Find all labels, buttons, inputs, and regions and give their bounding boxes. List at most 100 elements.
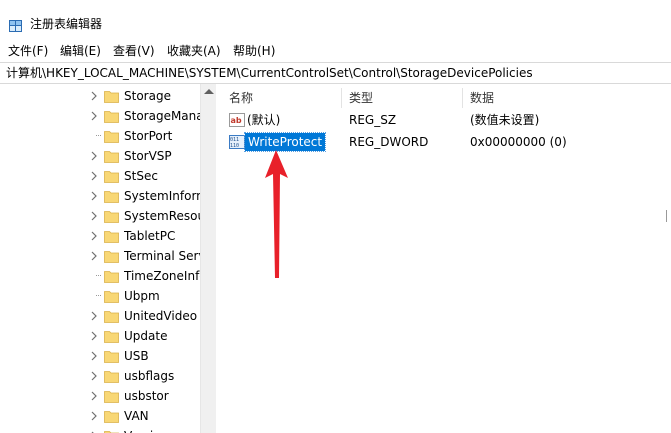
value-row[interactable]: ab (默认) REG_SZ (数值未设置) bbox=[217, 110, 671, 130]
tree-connector bbox=[96, 295, 101, 296]
menu-view[interactable]: 查看(V) bbox=[113, 43, 155, 59]
tree-item[interactable]: TabletPC bbox=[0, 226, 200, 246]
column-divider[interactable] bbox=[341, 88, 342, 108]
column-header-name[interactable]: 名称 bbox=[229, 90, 253, 106]
chevron-right-icon[interactable] bbox=[90, 371, 98, 381]
folder-icon bbox=[104, 391, 119, 403]
chevron-right-icon[interactable] bbox=[90, 111, 98, 121]
tree-item-label: Terminal Serv bbox=[124, 249, 200, 263]
folder-icon bbox=[104, 251, 119, 263]
title-bar: 注册表编辑器 bbox=[0, 0, 671, 40]
tree-item[interactable]: usbstor bbox=[0, 386, 200, 406]
tree-item-label: StorPort bbox=[124, 129, 173, 143]
folder-icon bbox=[104, 411, 119, 423]
tree-item[interactable]: usbflags bbox=[0, 366, 200, 386]
chevron-right-icon[interactable] bbox=[90, 171, 98, 181]
column-divider[interactable] bbox=[462, 88, 463, 108]
menu-file[interactable]: 文件(F) bbox=[8, 43, 48, 59]
value-name[interactable]: WriteProtect bbox=[243, 132, 327, 152]
folder-icon bbox=[104, 351, 119, 363]
chevron-right-icon[interactable] bbox=[90, 351, 98, 361]
chevron-right-icon[interactable] bbox=[90, 231, 98, 241]
tree-item[interactable]: Version bbox=[0, 426, 200, 433]
value-data: 0x00000000 (0) bbox=[470, 135, 567, 149]
tree-item-label: SystemInform bbox=[124, 189, 200, 203]
tree-item-label: Version bbox=[124, 428, 200, 433]
tree-item[interactable]: SystemResou bbox=[0, 206, 200, 226]
folder-icon bbox=[104, 371, 119, 383]
tree-item[interactable]: StorPort bbox=[0, 126, 200, 146]
tree-item-label: StSec bbox=[124, 169, 158, 183]
chevron-right-icon[interactable] bbox=[90, 331, 98, 341]
folder-icon bbox=[104, 151, 119, 163]
folder-icon bbox=[104, 191, 119, 203]
tree-item-label: Update bbox=[124, 329, 168, 343]
value-type: REG_SZ bbox=[349, 113, 397, 127]
folder-icon bbox=[104, 291, 119, 303]
folder-icon bbox=[104, 271, 119, 283]
chevron-right-icon[interactable] bbox=[90, 211, 98, 221]
tree-item[interactable]: VAN bbox=[0, 406, 200, 426]
tree-item[interactable]: Ubpm bbox=[0, 286, 200, 306]
folder-icon bbox=[104, 331, 119, 343]
value-type: REG_DWORD bbox=[349, 135, 429, 149]
tree-item[interactable]: StorageMana bbox=[0, 106, 200, 126]
menu-help[interactable]: 帮助(H) bbox=[233, 43, 275, 59]
tree-item-label: StorageMana bbox=[124, 109, 200, 123]
folder-icon bbox=[104, 211, 119, 223]
dword-value-icon: 011 110 bbox=[229, 135, 245, 149]
tree-connector bbox=[96, 275, 101, 276]
column-header-type[interactable]: 类型 bbox=[349, 90, 373, 106]
tree-item[interactable]: Update bbox=[0, 326, 200, 346]
address-path[interactable]: 计算机\HKEY_LOCAL_MACHINE\SYSTEM\CurrentCon… bbox=[6, 66, 533, 81]
tree-item-label: Storage bbox=[124, 89, 171, 103]
regedit-icon bbox=[9, 20, 22, 32]
tree-item[interactable]: USB bbox=[0, 346, 200, 366]
tree-item-label: Ubpm bbox=[124, 289, 160, 303]
chevron-right-icon[interactable] bbox=[90, 191, 98, 201]
key-tree[interactable]: Storage StorageMana StorPort StorVSP StSec Sy… bbox=[0, 84, 216, 433]
menu-bar: 文件(F) 编辑(E) 查看(V) 收藏夹(A) 帮助(H) bbox=[0, 40, 671, 62]
tree-item-label: usbstor bbox=[124, 389, 169, 403]
tree-item-label: StorVSP bbox=[124, 149, 172, 163]
value-data: (数值未设置) bbox=[470, 113, 540, 127]
tree-item[interactable]: StorVSP bbox=[0, 146, 200, 166]
window-edge bbox=[666, 210, 671, 222]
tree-item[interactable]: SystemInform bbox=[0, 186, 200, 206]
scroll-up-icon[interactable] bbox=[204, 89, 214, 94]
tree-item[interactable]: UnitedVideo bbox=[0, 306, 200, 326]
tree-item-label: USB bbox=[124, 349, 149, 363]
tree-item-label: UnitedVideo bbox=[124, 309, 198, 323]
tree-item[interactable]: StSec bbox=[0, 166, 200, 186]
string-value-icon: ab bbox=[229, 113, 245, 127]
chevron-right-icon[interactable] bbox=[90, 251, 98, 261]
folder-icon bbox=[104, 311, 119, 323]
annotation-arrow-icon bbox=[265, 150, 288, 278]
svg-text:ab: ab bbox=[231, 116, 242, 125]
tree-item[interactable]: Storage bbox=[0, 86, 200, 106]
tree-item[interactable]: Terminal Serv bbox=[0, 246, 200, 266]
folder-icon bbox=[104, 431, 119, 433]
menu-favorites[interactable]: 收藏夹(A) bbox=[167, 43, 221, 59]
chevron-right-icon[interactable] bbox=[90, 311, 98, 321]
tree-connector bbox=[96, 135, 101, 136]
folder-icon bbox=[104, 111, 119, 123]
folder-icon bbox=[104, 91, 119, 103]
folder-icon bbox=[104, 131, 119, 143]
chevron-right-icon[interactable] bbox=[90, 411, 98, 421]
menu-edit[interactable]: 编辑(E) bbox=[60, 43, 101, 59]
chevron-right-icon[interactable] bbox=[90, 391, 98, 401]
tree-item[interactable]: TimeZoneInfo bbox=[0, 266, 200, 286]
tree-item-label: usbflags bbox=[124, 369, 175, 383]
folder-icon bbox=[104, 231, 119, 243]
folder-icon bbox=[104, 171, 119, 183]
value-name: (默认) bbox=[247, 113, 281, 127]
value-row-selected[interactable]: 011 110 WriteProtect REG_DWORD 0x0000000… bbox=[217, 132, 671, 152]
tree-item-label: TimeZoneInfo bbox=[124, 269, 200, 283]
column-header-data[interactable]: 数据 bbox=[470, 90, 494, 106]
chevron-right-icon[interactable] bbox=[90, 151, 98, 161]
tree-scrollbar[interactable] bbox=[200, 84, 216, 433]
address-bar[interactable]: 计算机\HKEY_LOCAL_MACHINE\SYSTEM\CurrentCon… bbox=[0, 62, 671, 84]
tree-item-label: SystemResou bbox=[124, 209, 200, 223]
chevron-right-icon[interactable] bbox=[90, 91, 98, 101]
